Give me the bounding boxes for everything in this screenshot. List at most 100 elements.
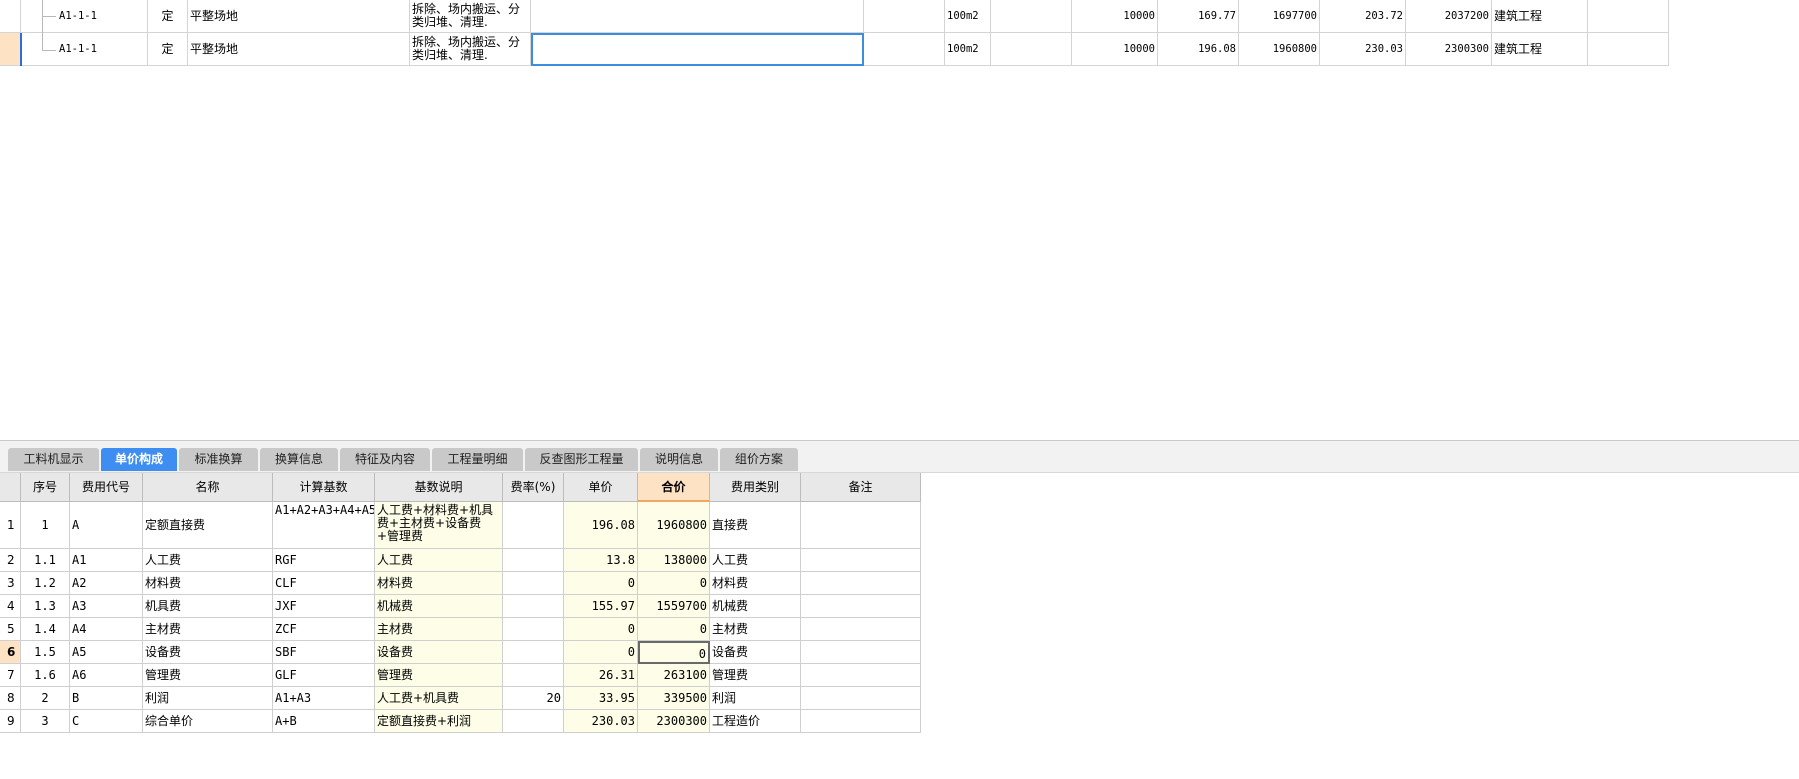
item-unit[interactable]: 100m2 (945, 0, 991, 33)
cell-base[interactable]: JXF (273, 595, 375, 618)
item-row[interactable]: A1-1-1 定 平整场地 拆除、场内搬运、分类归堆、清理. 100m2 100… (0, 33, 1669, 66)
cell-unit-price[interactable]: 155.97 (564, 595, 638, 618)
cell-category[interactable]: 主材费 (710, 618, 801, 641)
cell-total[interactable]: 1960800 (638, 502, 710, 549)
item-type[interactable]: 定 (148, 33, 188, 66)
tab-unit-price-composition[interactable]: 单价构成 (101, 448, 177, 471)
item-code[interactable]: A1-1-1 (21, 33, 148, 66)
col-header-unit-price[interactable]: 单价 (564, 473, 638, 502)
cell-base-desc[interactable]: 主材费 (375, 618, 503, 641)
item-blank[interactable] (991, 33, 1072, 66)
cell-category[interactable]: 工程造价 (710, 710, 801, 733)
item-unit[interactable]: 100m2 (945, 33, 991, 66)
col-header-base-desc[interactable]: 基数说明 (375, 473, 503, 502)
cell-name[interactable]: 设备费 (143, 641, 273, 664)
cell-total[interactable]: 0 (638, 641, 710, 664)
cell-rate[interactable] (503, 710, 564, 733)
row-number[interactable]: 6 (0, 641, 21, 664)
cell-base[interactable]: RGF (273, 549, 375, 572)
cell-seq[interactable]: 2 (21, 687, 70, 710)
tab-pricing-scheme[interactable]: 组价方案 (720, 448, 798, 471)
item-content[interactable] (531, 0, 864, 33)
item-code[interactable]: A1-1-1 (21, 0, 148, 33)
cell-code[interactable]: A1 (70, 549, 143, 572)
cell-unit-price[interactable]: 26.31 (564, 664, 638, 687)
cell-code[interactable]: A4 (70, 618, 143, 641)
cell-base-desc[interactable]: 人工费 (375, 549, 503, 572)
tab-conversion-info[interactable]: 换算信息 (260, 448, 338, 471)
cell-seq[interactable]: 1.2 (21, 572, 70, 595)
cell-base-desc[interactable]: 管理费 (375, 664, 503, 687)
item-note[interactable] (1588, 0, 1669, 33)
cell-seq[interactable]: 3 (21, 710, 70, 733)
cell-base[interactable]: ZCF (273, 618, 375, 641)
cell-rate[interactable] (503, 595, 564, 618)
cell-category[interactable]: 设备费 (710, 641, 801, 664)
cell-note[interactable] (801, 710, 921, 733)
cell-code[interactable]: C (70, 710, 143, 733)
item-note[interactable] (1588, 33, 1669, 66)
item-price[interactable]: 169.77 (1158, 0, 1239, 33)
cell-category[interactable]: 材料费 (710, 572, 801, 595)
tab-labor-material-machine[interactable]: 工料机显示 (8, 448, 99, 471)
cell-code[interactable]: A5 (70, 641, 143, 664)
row-header[interactable] (0, 33, 21, 66)
row-number[interactable]: 4 (0, 595, 21, 618)
row-number[interactable]: 7 (0, 664, 21, 687)
cell-base-desc[interactable]: 机械费 (375, 595, 503, 618)
row-number[interactable]: 1 (0, 502, 21, 549)
cell-note[interactable] (801, 664, 921, 687)
item-name[interactable]: 平整场地 (188, 33, 410, 66)
cell-code[interactable]: A2 (70, 572, 143, 595)
cell-unit-price[interactable]: 33.95 (564, 687, 638, 710)
cell-note[interactable] (801, 549, 921, 572)
item-blank[interactable] (864, 0, 945, 33)
col-header-base[interactable]: 计算基数 (273, 473, 375, 502)
col-header-name[interactable]: 名称 (143, 473, 273, 502)
cell-rate[interactable] (503, 502, 564, 549)
cell-unit-price[interactable]: 13.8 (564, 549, 638, 572)
col-header-total[interactable]: 合价 (638, 473, 710, 502)
cell-base[interactable]: A+B (273, 710, 375, 733)
cell-rate[interactable] (503, 572, 564, 595)
item-total[interactable]: 2037200 (1406, 0, 1492, 33)
item-price[interactable]: 230.03 (1320, 33, 1406, 66)
tab-features-content[interactable]: 特征及内容 (340, 448, 430, 471)
cell-name[interactable]: 定额直接费 (143, 502, 273, 549)
cell-seq[interactable]: 1.6 (21, 664, 70, 687)
cell-note[interactable] (801, 641, 921, 664)
cell-rate[interactable]: 20 (503, 687, 564, 710)
cell-total[interactable]: 339500 (638, 687, 710, 710)
row-number[interactable]: 8 (0, 687, 21, 710)
col-header-note[interactable]: 备注 (801, 473, 921, 502)
row-number[interactable]: 5 (0, 618, 21, 641)
cell-total[interactable]: 0 (638, 572, 710, 595)
cell-code[interactable]: A6 (70, 664, 143, 687)
cell-name[interactable]: 人工费 (143, 549, 273, 572)
cell-unit-price[interactable]: 230.03 (564, 710, 638, 733)
cell-base-desc[interactable]: 人工费+机具费 (375, 687, 503, 710)
item-qty[interactable]: 10000 (1072, 33, 1158, 66)
cell-note[interactable] (801, 618, 921, 641)
cell-category[interactable]: 管理费 (710, 664, 801, 687)
item-content-input[interactable] (531, 33, 864, 66)
cell-base[interactable]: CLF (273, 572, 375, 595)
item-blank[interactable] (991, 0, 1072, 33)
col-header-rate[interactable]: 费率(%) (503, 473, 564, 502)
row-number[interactable]: 9 (0, 710, 21, 733)
item-total[interactable]: 1960800 (1239, 33, 1320, 66)
cell-code[interactable]: A3 (70, 595, 143, 618)
cell-note[interactable] (801, 687, 921, 710)
item-category[interactable]: 建筑工程 (1492, 0, 1588, 33)
cell-total[interactable]: 1559700 (638, 595, 710, 618)
cell-total[interactable]: 263100 (638, 664, 710, 687)
cell-name[interactable]: 机具费 (143, 595, 273, 618)
cell-base[interactable]: A1+A2+A3+A4+A5+A6 (273, 502, 375, 549)
cell-name[interactable]: 利润 (143, 687, 273, 710)
cell-base-desc[interactable]: 设备费 (375, 641, 503, 664)
cell-name[interactable]: 材料费 (143, 572, 273, 595)
item-feature[interactable]: 拆除、场内搬运、分类归堆、清理. (410, 33, 531, 66)
cell-base-desc[interactable]: 材料费 (375, 572, 503, 595)
item-total[interactable]: 2300300 (1406, 33, 1492, 66)
item-feature[interactable]: 拆除、场内搬运、分类归堆、清理. (410, 0, 531, 33)
